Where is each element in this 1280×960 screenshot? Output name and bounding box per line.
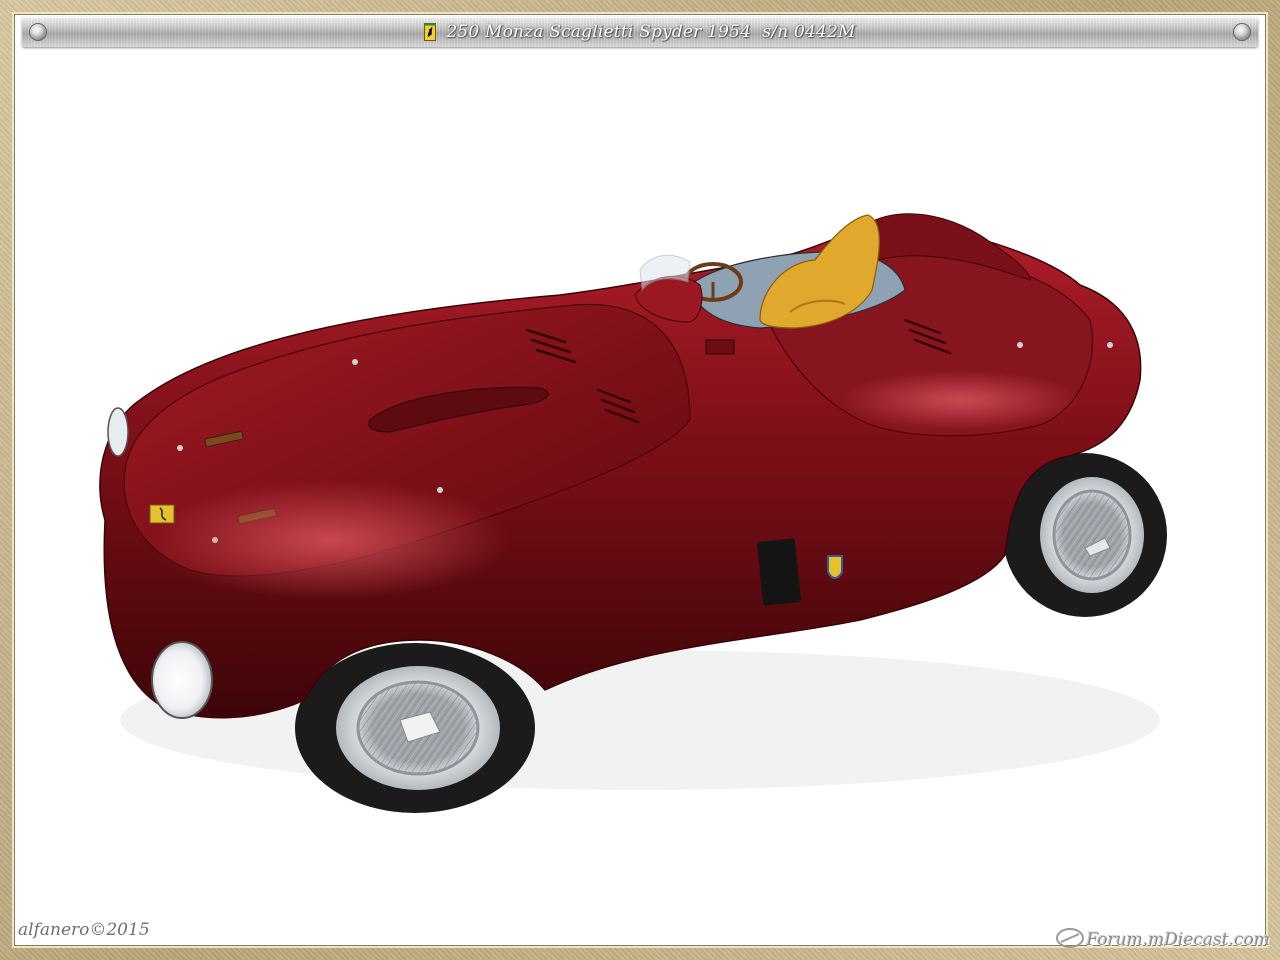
car-photo: [99, 213, 1167, 813]
front-wheel: [295, 643, 535, 813]
headlamp: [151, 641, 213, 719]
screw-icon: [1234, 24, 1250, 40]
prancing-horse-badge-icon: [424, 23, 437, 41]
title-bar: 250 Monza Scaglietti Spyder 1954 s/n 044…: [22, 17, 1258, 47]
photo-title: 250 Monza Scaglietti Spyder 1954 s/n 044…: [446, 22, 856, 42]
photographer-signature: alfanero©2015: [18, 920, 150, 940]
title-group: 250 Monza Scaglietti Spyder 1954 s/n 044…: [22, 17, 1258, 47]
forum-watermark: Forum.mDiecast.com: [1055, 924, 1270, 950]
side-vent: [757, 538, 801, 606]
forum-name: Forum.mDiecast.com: [1086, 930, 1270, 950]
forum-logo-icon: [1055, 928, 1084, 948]
